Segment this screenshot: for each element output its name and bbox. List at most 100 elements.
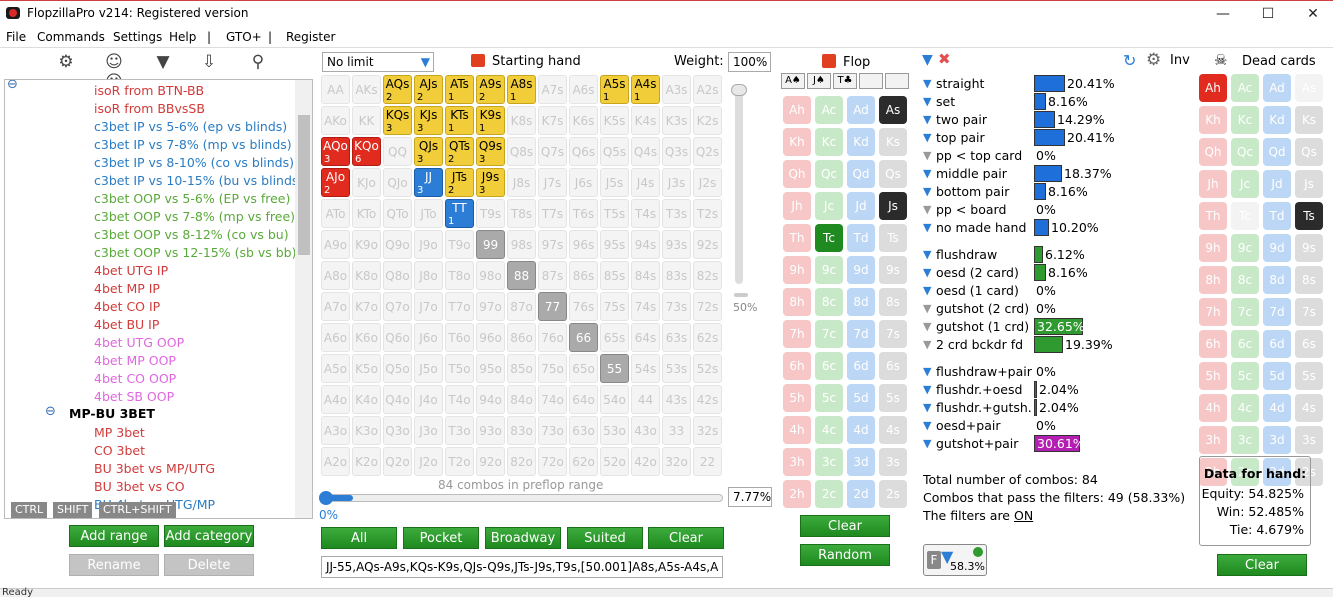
hand-cell[interactable]: J3o bbox=[414, 416, 443, 445]
hand-cell[interactable]: 94o bbox=[476, 385, 505, 414]
hand-cell[interactable]: 62o bbox=[569, 447, 598, 476]
hand-cell[interactable]: 98o bbox=[476, 261, 505, 290]
dead-card[interactable]: 4h bbox=[1199, 394, 1227, 422]
hand-cell[interactable]: K8s bbox=[507, 106, 536, 135]
hand-cell[interactable]: 74s bbox=[631, 292, 660, 321]
tree-item[interactable]: 4bet CO IP bbox=[94, 299, 160, 314]
hand-cell[interactable]: KTo bbox=[352, 199, 381, 228]
tree-sub-item[interactable]: MP 3bet bbox=[94, 425, 145, 440]
hand-cell[interactable]: 92o bbox=[476, 447, 505, 476]
hand-cell[interactable]: J4o bbox=[414, 385, 443, 414]
flop-card[interactable]: 5c bbox=[815, 384, 843, 412]
dead-card[interactable]: Qs bbox=[1295, 138, 1323, 166]
hand-cell[interactable]: JJ 3 bbox=[414, 168, 443, 197]
hand-cell[interactable]: 53o bbox=[600, 416, 629, 445]
hand-cell[interactable]: 63o bbox=[569, 416, 598, 445]
hand-cell[interactable]: A6s bbox=[569, 75, 598, 104]
hand-cell[interactable]: 76s bbox=[569, 292, 598, 321]
hand-cell[interactable]: KJs 3 bbox=[414, 106, 443, 135]
hand-cell[interactable]: T7o bbox=[445, 292, 474, 321]
flop-card[interactable]: Qs bbox=[879, 160, 907, 188]
add-category-button[interactable]: Add category bbox=[164, 525, 254, 547]
dead-card[interactable]: 5h bbox=[1199, 362, 1227, 390]
dead-card[interactable]: 4d bbox=[1263, 394, 1291, 422]
hand-cell[interactable]: A9s 2 bbox=[476, 75, 505, 104]
hand-cell[interactable]: J4s bbox=[631, 168, 660, 197]
maximize-icon[interactable]: ☐ bbox=[1248, 3, 1288, 25]
flop-card[interactable]: 5h bbox=[783, 384, 811, 412]
row-filter-icon[interactable]: ▼ bbox=[923, 222, 933, 234]
filter-icon[interactable]: ▼ bbox=[922, 52, 933, 68]
close-icon[interactable]: ✕ bbox=[1293, 3, 1333, 25]
hand-cell[interactable]: 44 bbox=[631, 385, 660, 414]
clear-range-button[interactable]: Clear bbox=[648, 527, 724, 549]
hand-cell[interactable]: 77 bbox=[538, 292, 567, 321]
hand-cell[interactable]: JTo bbox=[414, 199, 443, 228]
dead-card[interactable]: 7d bbox=[1263, 298, 1291, 326]
hand-cell[interactable]: J5o bbox=[414, 354, 443, 383]
flop-card[interactable]: 6h bbox=[783, 352, 811, 380]
hand-cell[interactable]: 75s bbox=[600, 292, 629, 321]
hand-cell[interactable]: K2s bbox=[693, 106, 722, 135]
dead-card[interactable]: Qc bbox=[1231, 138, 1259, 166]
tree-item[interactable]: c3bet IP vs 5-6% (ep vs blinds) bbox=[94, 119, 287, 134]
hand-cell[interactable]: 93s bbox=[662, 230, 691, 259]
flop-board-slot[interactable] bbox=[885, 73, 909, 89]
tree-item[interactable]: c3bet OOP vs 7-8% (mp vs free) bbox=[94, 209, 295, 224]
flop-board-slot[interactable]: A♠ bbox=[781, 73, 805, 89]
tree-item[interactable]: 4bet CO OOP bbox=[94, 371, 176, 386]
menu-help[interactable]: Help bbox=[169, 30, 196, 44]
refresh-icon[interactable]: ↻ bbox=[1123, 51, 1136, 70]
dead-card[interactable]: 8s bbox=[1295, 266, 1323, 294]
hand-cell[interactable]: 64o bbox=[569, 385, 598, 414]
hand-grid[interactable]: AA AKs AQs 2 AJs 2 ATs 1 A9s 2 A8s 1 A7s A6s A5s 1 A4s 1 A… bbox=[321, 75, 724, 478]
tree-sub-item[interactable]: BU 3bet vs MP/UTG bbox=[94, 461, 215, 476]
flop-card[interactable]: Jc bbox=[815, 192, 843, 220]
dead-card[interactable]: Qd bbox=[1263, 138, 1291, 166]
flop-card[interactable]: 3s bbox=[879, 448, 907, 476]
hand-cell[interactable]: AQo 3 bbox=[321, 137, 350, 166]
hand-cell[interactable]: 74o bbox=[538, 385, 567, 414]
dead-card[interactable]: 4s bbox=[1295, 394, 1323, 422]
tree-item[interactable]: c3bet OOP vs 8-12% (co vs bu) bbox=[94, 227, 289, 242]
dead-card[interactable]: 6d bbox=[1263, 330, 1291, 358]
hand-cell[interactable]: T8s bbox=[507, 199, 536, 228]
row-filter-icon[interactable]: ▼ bbox=[923, 384, 933, 396]
menu-register[interactable]: Register bbox=[286, 30, 335, 44]
row-filter-icon[interactable]: ▼ bbox=[923, 150, 933, 162]
hand-cell[interactable]: A7s bbox=[538, 75, 567, 104]
hand-cell[interactable]: K9o bbox=[352, 230, 381, 259]
hand-cell[interactable]: A4o bbox=[321, 385, 350, 414]
hand-cell[interactable]: J3s bbox=[662, 168, 691, 197]
hand-cell[interactable]: T3s bbox=[662, 199, 691, 228]
row-filter-icon[interactable]: ▼ bbox=[923, 96, 933, 108]
hand-cell[interactable]: 33 bbox=[662, 416, 691, 445]
tree-item[interactable]: c3bet OOP vs 12-15% (sb vs bb) bbox=[94, 245, 297, 260]
flop-card[interactable]: Ks bbox=[879, 128, 907, 156]
flop-card[interactable]: 9s bbox=[879, 256, 907, 284]
dead-card[interactable]: 7s bbox=[1295, 298, 1323, 326]
flop-card[interactable]: 3d bbox=[847, 448, 875, 476]
hand-cell[interactable]: J7o bbox=[414, 292, 443, 321]
dead-card[interactable]: Jd bbox=[1263, 170, 1291, 198]
flop-card[interactable]: 8s bbox=[879, 288, 907, 316]
flop-card[interactable]: 4s bbox=[879, 416, 907, 444]
flop-card[interactable]: Qc bbox=[815, 160, 843, 188]
hand-cell[interactable]: 42s bbox=[693, 385, 722, 414]
dead-card[interactable]: 8d bbox=[1263, 266, 1291, 294]
flop-card[interactable]: 4h bbox=[783, 416, 811, 444]
hand-cell[interactable]: K4o bbox=[352, 385, 381, 414]
hand-cell[interactable]: K4s bbox=[631, 106, 660, 135]
hand-cell[interactable]: 65o bbox=[569, 354, 598, 383]
hand-cell[interactable]: ATo bbox=[321, 199, 350, 228]
hand-cell[interactable]: Q2s bbox=[693, 137, 722, 166]
tree-item[interactable]: c3bet IP vs 7-8% (mp vs blinds) bbox=[94, 137, 292, 152]
hand-cell[interactable]: Q4o bbox=[383, 385, 412, 414]
flop-board-slot[interactable] bbox=[859, 73, 883, 89]
hand-cell[interactable]: KTs 1 bbox=[445, 106, 474, 135]
tree-item[interactable]: 4bet SB OOP bbox=[94, 389, 174, 404]
hand-cell[interactable]: QJo bbox=[383, 168, 412, 197]
tree-item[interactable]: 4bet BU IP bbox=[94, 317, 159, 332]
hand-cell[interactable]: A6o bbox=[321, 323, 350, 352]
flop-card[interactable]: 2d bbox=[847, 480, 875, 508]
